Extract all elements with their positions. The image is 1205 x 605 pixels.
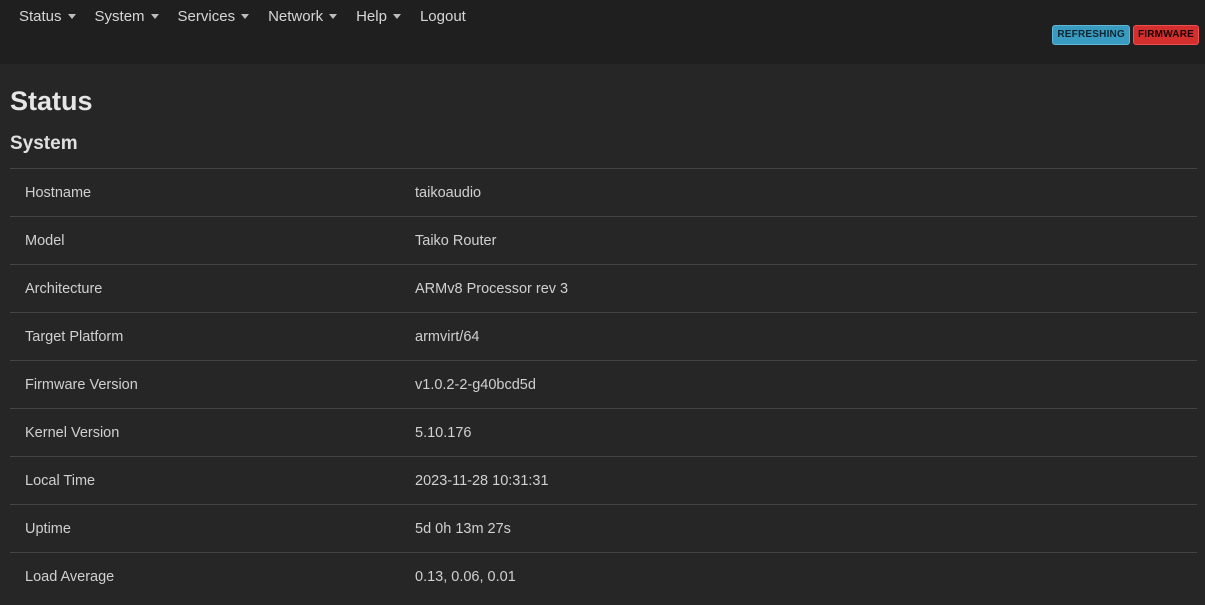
row-label: Model <box>25 232 65 249</box>
row-label: Firmware Version <box>25 376 138 393</box>
menu-network[interactable]: Network <box>268 7 338 25</box>
row-label: Local Time <box>25 472 96 489</box>
menu-status[interactable]: Status <box>19 8 76 25</box>
system-info-table: Hostname taikoaudio Model Taiko Router A… <box>10 168 1197 600</box>
row-value: Taiko Router <box>415 232 497 249</box>
table-row: Local Time 2023-11-28 10:31:31 <box>10 456 1197 505</box>
row-label: Uptime <box>25 520 71 537</box>
chevron-down-icon <box>392 14 401 19</box>
row-label: Architecture <box>25 280 103 297</box>
page-title: Status <box>10 86 93 116</box>
row-value: armvirt/64 <box>415 328 480 345</box>
table-row: Target Platform armvirt/64 <box>10 312 1197 361</box>
menu-status-label: Status <box>19 7 62 25</box>
row-value: ARMv8 Processor rev 3 <box>415 280 569 297</box>
logout-link[interactable]: Logout <box>420 8 466 25</box>
table-row: Kernel Version 5.10.176 <box>10 408 1197 457</box>
logout-label: Logout <box>419 7 466 25</box>
row-label: Load Average <box>25 568 115 585</box>
menu-network-label: Network <box>268 7 324 25</box>
row-value: taikoaudio <box>415 184 482 201</box>
row-value: 0.13, 0.06, 0.01 <box>415 568 516 585</box>
menu-system[interactable]: System <box>95 8 159 25</box>
menu-help-label: Help <box>356 7 387 25</box>
table-row: Model Taiko Router <box>10 216 1197 265</box>
chevron-down-icon <box>241 14 250 19</box>
row-label: Kernel Version <box>25 424 120 441</box>
row-value: 5d 0h 13m 27s <box>415 520 511 537</box>
menu-help[interactable]: Help <box>356 8 401 25</box>
status-badges: REFRESHING FIRMWARE <box>1052 25 1199 45</box>
refreshing-badge[interactable]: REFRESHING <box>1052 25 1130 45</box>
top-navbar: Status System Services Network Help Logo… <box>0 0 1205 64</box>
row-label: Target Platform <box>25 328 124 345</box>
menu-services-label: Services <box>177 7 236 25</box>
table-row: Load Average 0.13, 0.06, 0.01 <box>10 552 1197 601</box>
section-title: System <box>10 133 78 154</box>
table-row: Uptime 5d 0h 13m 27s <box>10 504 1197 553</box>
row-value: 2023-11-28 10:31:31 <box>415 472 549 489</box>
main-content: Status System Hostname taikoaudio Model … <box>0 64 1205 600</box>
firmware-badge[interactable]: FIRMWARE <box>1132 25 1199 45</box>
chevron-down-icon <box>67 14 76 19</box>
chevron-down-icon <box>150 14 159 19</box>
row-label: Hostname <box>25 184 92 201</box>
table-row: Architecture ARMv8 Processor rev 3 <box>10 264 1197 313</box>
row-value: v1.0.2-2-g40bcd5d <box>415 376 536 393</box>
table-row: Hostname taikoaudio <box>10 168 1197 217</box>
menu-system-label: System <box>94 7 145 25</box>
row-value: 5.10.176 <box>415 424 472 441</box>
table-row: Firmware Version v1.0.2-2-g40bcd5d <box>10 360 1197 409</box>
main-menu: Status System Services Network Help Logo… <box>0 0 1205 64</box>
chevron-down-icon <box>329 14 338 19</box>
menu-services[interactable]: Services <box>178 8 250 25</box>
